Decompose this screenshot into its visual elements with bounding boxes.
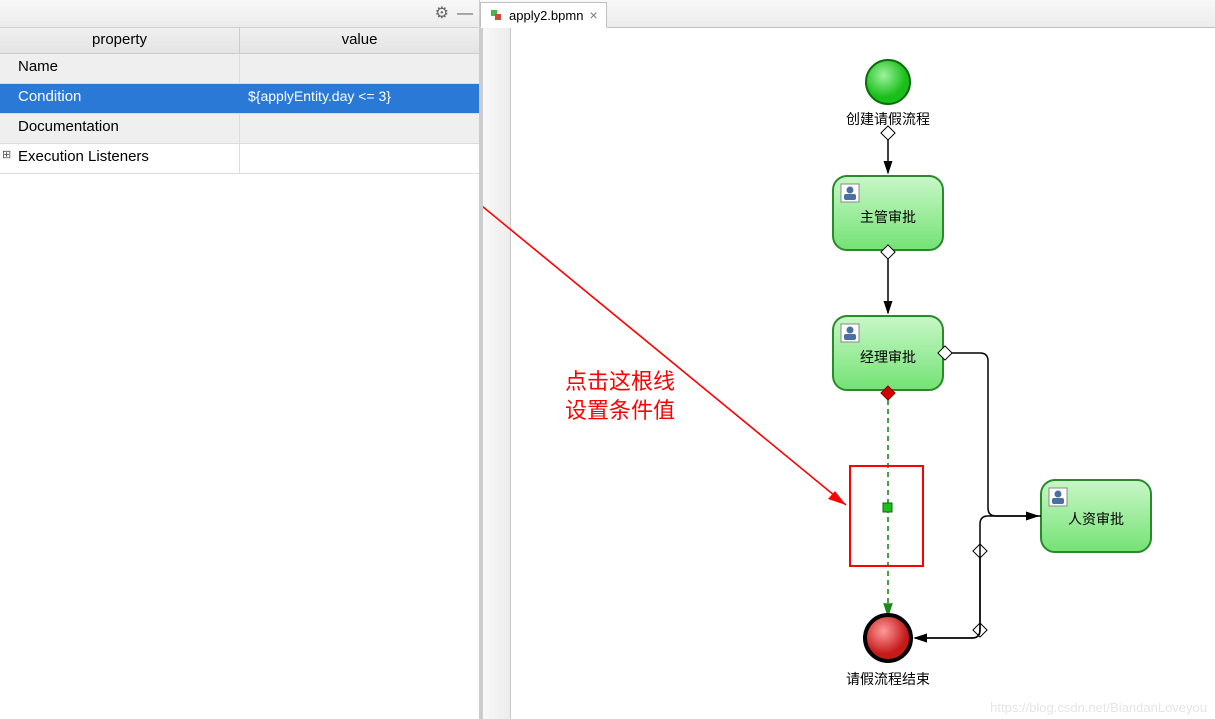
properties-panel: ⚙ — property value Name Condition ${appl… [0, 0, 480, 719]
end-event[interactable] [865, 615, 911, 661]
table-row[interactable]: Documentation [0, 114, 479, 144]
close-icon[interactable]: × [589, 7, 597, 23]
bpmn-canvas[interactable]: 创建请假流程 主管审批 [480, 28, 1215, 719]
prop-execution-listeners-label: Execution Listeners [0, 144, 240, 173]
table-body: Name Condition ${applyEntity.day <= 3} D… [0, 54, 479, 174]
tab-bar: apply2.bpmn × [480, 0, 1215, 28]
prop-name-value[interactable] [240, 54, 479, 83]
flow-midpoint-handle[interactable] [883, 503, 892, 512]
task2-label: 经理审批 [860, 349, 916, 365]
prop-name-label: Name [0, 54, 240, 83]
prop-documentation-label: Documentation [0, 114, 240, 143]
editor-panel: apply2.bpmn × [480, 0, 1215, 719]
start-event[interactable] [866, 60, 910, 104]
bpmn-file-icon [489, 8, 503, 22]
user-icon [841, 324, 859, 342]
header-value: value [240, 28, 479, 53]
prop-execution-listeners-value[interactable] [240, 144, 479, 173]
bpmn-diagram: 创建请假流程 主管审批 [483, 28, 1215, 719]
prop-documentation-value[interactable] [240, 114, 479, 143]
annotation-arrow [483, 96, 846, 505]
minimize-icon[interactable]: — [457, 6, 473, 22]
table-header: property value [0, 28, 479, 54]
header-property: property [0, 28, 240, 53]
prop-condition-label: Condition [0, 84, 240, 113]
selection-highlight-box [850, 466, 923, 566]
table-row[interactable]: Name [0, 54, 479, 84]
prop-condition-value[interactable]: ${applyEntity.day <= 3} [240, 84, 479, 113]
sequence-flow[interactable] [952, 353, 1038, 516]
sequence-flow-task3-end[interactable] [915, 516, 1041, 638]
task1-label: 主管审批 [860, 209, 916, 225]
panel-toolbar: ⚙ — [0, 0, 479, 28]
table-row[interactable]: Condition ${applyEntity.day <= 3} [0, 84, 479, 114]
end-event-label: 请假流程结束 [846, 671, 930, 687]
user-icon [841, 184, 859, 202]
tab-label: apply2.bpmn [509, 8, 583, 23]
sequence-flow[interactable] [915, 553, 980, 638]
table-row[interactable]: Execution Listeners [0, 144, 479, 174]
user-icon [1049, 488, 1067, 506]
gear-icon[interactable]: ⚙ [435, 6, 449, 22]
tab-apply2[interactable]: apply2.bpmn × [480, 2, 607, 28]
flow-marker [881, 126, 895, 140]
start-event-label: 创建请假流程 [846, 111, 930, 127]
task3-label: 人资审批 [1068, 511, 1124, 527]
